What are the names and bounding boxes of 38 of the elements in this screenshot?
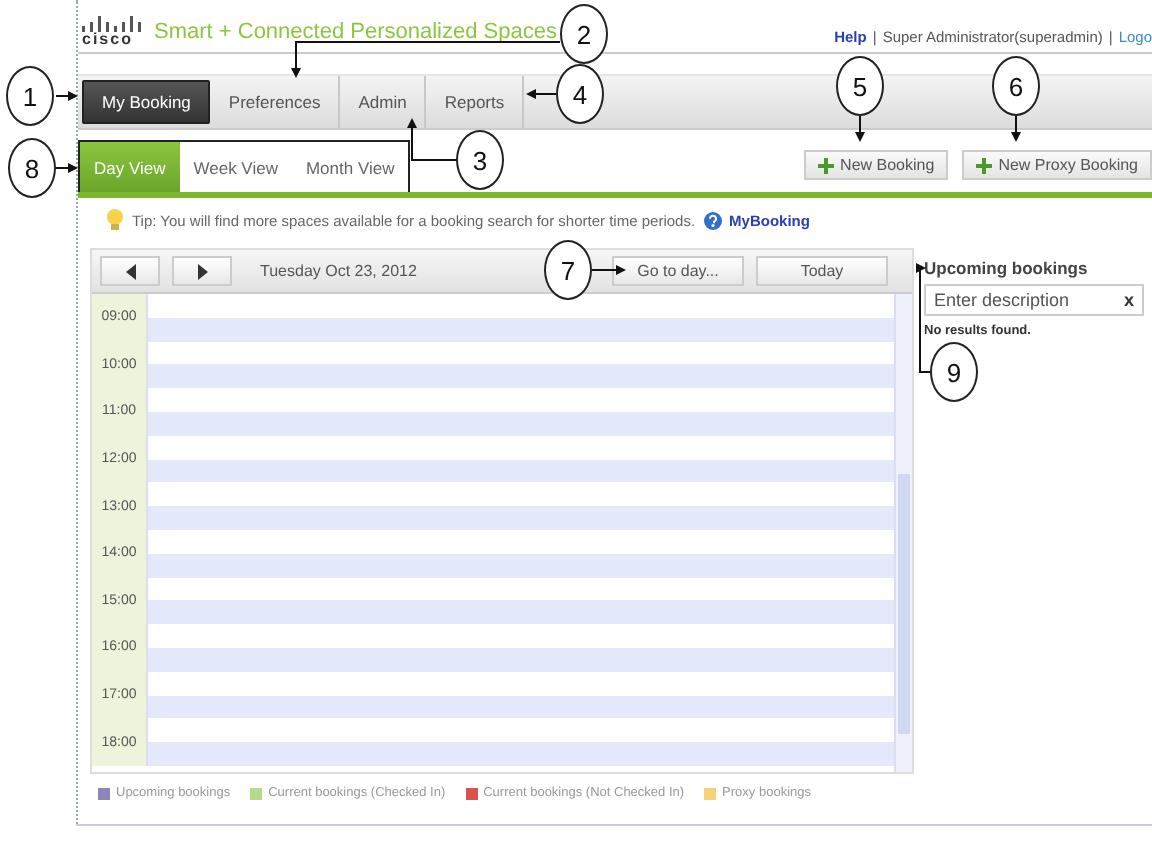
- logo-text: cisco: [82, 32, 133, 48]
- callout-number: 8: [8, 138, 56, 198]
- nav-tab[interactable]: My Booking: [82, 80, 211, 124]
- callout-arrow: [407, 118, 457, 161]
- callout-number: 2: [560, 4, 608, 64]
- callout-number: 1: [6, 66, 54, 126]
- callout-number: 3: [456, 130, 504, 190]
- plus-icon: [976, 157, 993, 173]
- scrollbar[interactable]: [894, 294, 912, 772]
- callout-arrow: [855, 115, 865, 142]
- callout-number: 9: [930, 342, 978, 402]
- plus-icon: [818, 157, 835, 173]
- next-arrow-icon: [195, 261, 209, 281]
- description-field[interactable]: Enter description x: [924, 284, 1144, 316]
- callout-arrow: [526, 89, 557, 99]
- callout-arrow: [55, 163, 78, 173]
- callout-arrow: [1011, 115, 1021, 142]
- prev-arrow-icon: [123, 261, 137, 281]
- new-booking-button[interactable]: New Proxy Booking: [962, 150, 1152, 180]
- logo-bars-icon: [82, 16, 142, 32]
- go-to-day-button[interactable]: Go to day...: [612, 256, 744, 286]
- section-title: Upcoming bookings: [924, 258, 1090, 278]
- callout-arrow: [55, 91, 78, 101]
- next-button[interactable]: [172, 256, 232, 286]
- nav-tab[interactable]: Admin: [340, 76, 427, 128]
- callout-arrow: [591, 265, 626, 275]
- callout-number: 6: [992, 56, 1040, 116]
- previous-button[interactable]: [100, 256, 160, 286]
- new-booking-button[interactable]: New Booking: [804, 150, 949, 180]
- nav-tab[interactable]: Preferences: [210, 76, 341, 128]
- app-title: Smart + Connected Personalized Spaces: [154, 18, 557, 48]
- nav-tab[interactable]: Reports: [426, 76, 525, 128]
- current-date: Tuesday Oct 23, 2012: [260, 262, 417, 280]
- help-icon: [703, 211, 722, 229]
- clear-button[interactable]: x: [1123, 290, 1134, 310]
- lightbulb-icon: [106, 208, 124, 232]
- today-button[interactable]: Today: [756, 256, 888, 286]
- callout-number: 5: [836, 56, 884, 116]
